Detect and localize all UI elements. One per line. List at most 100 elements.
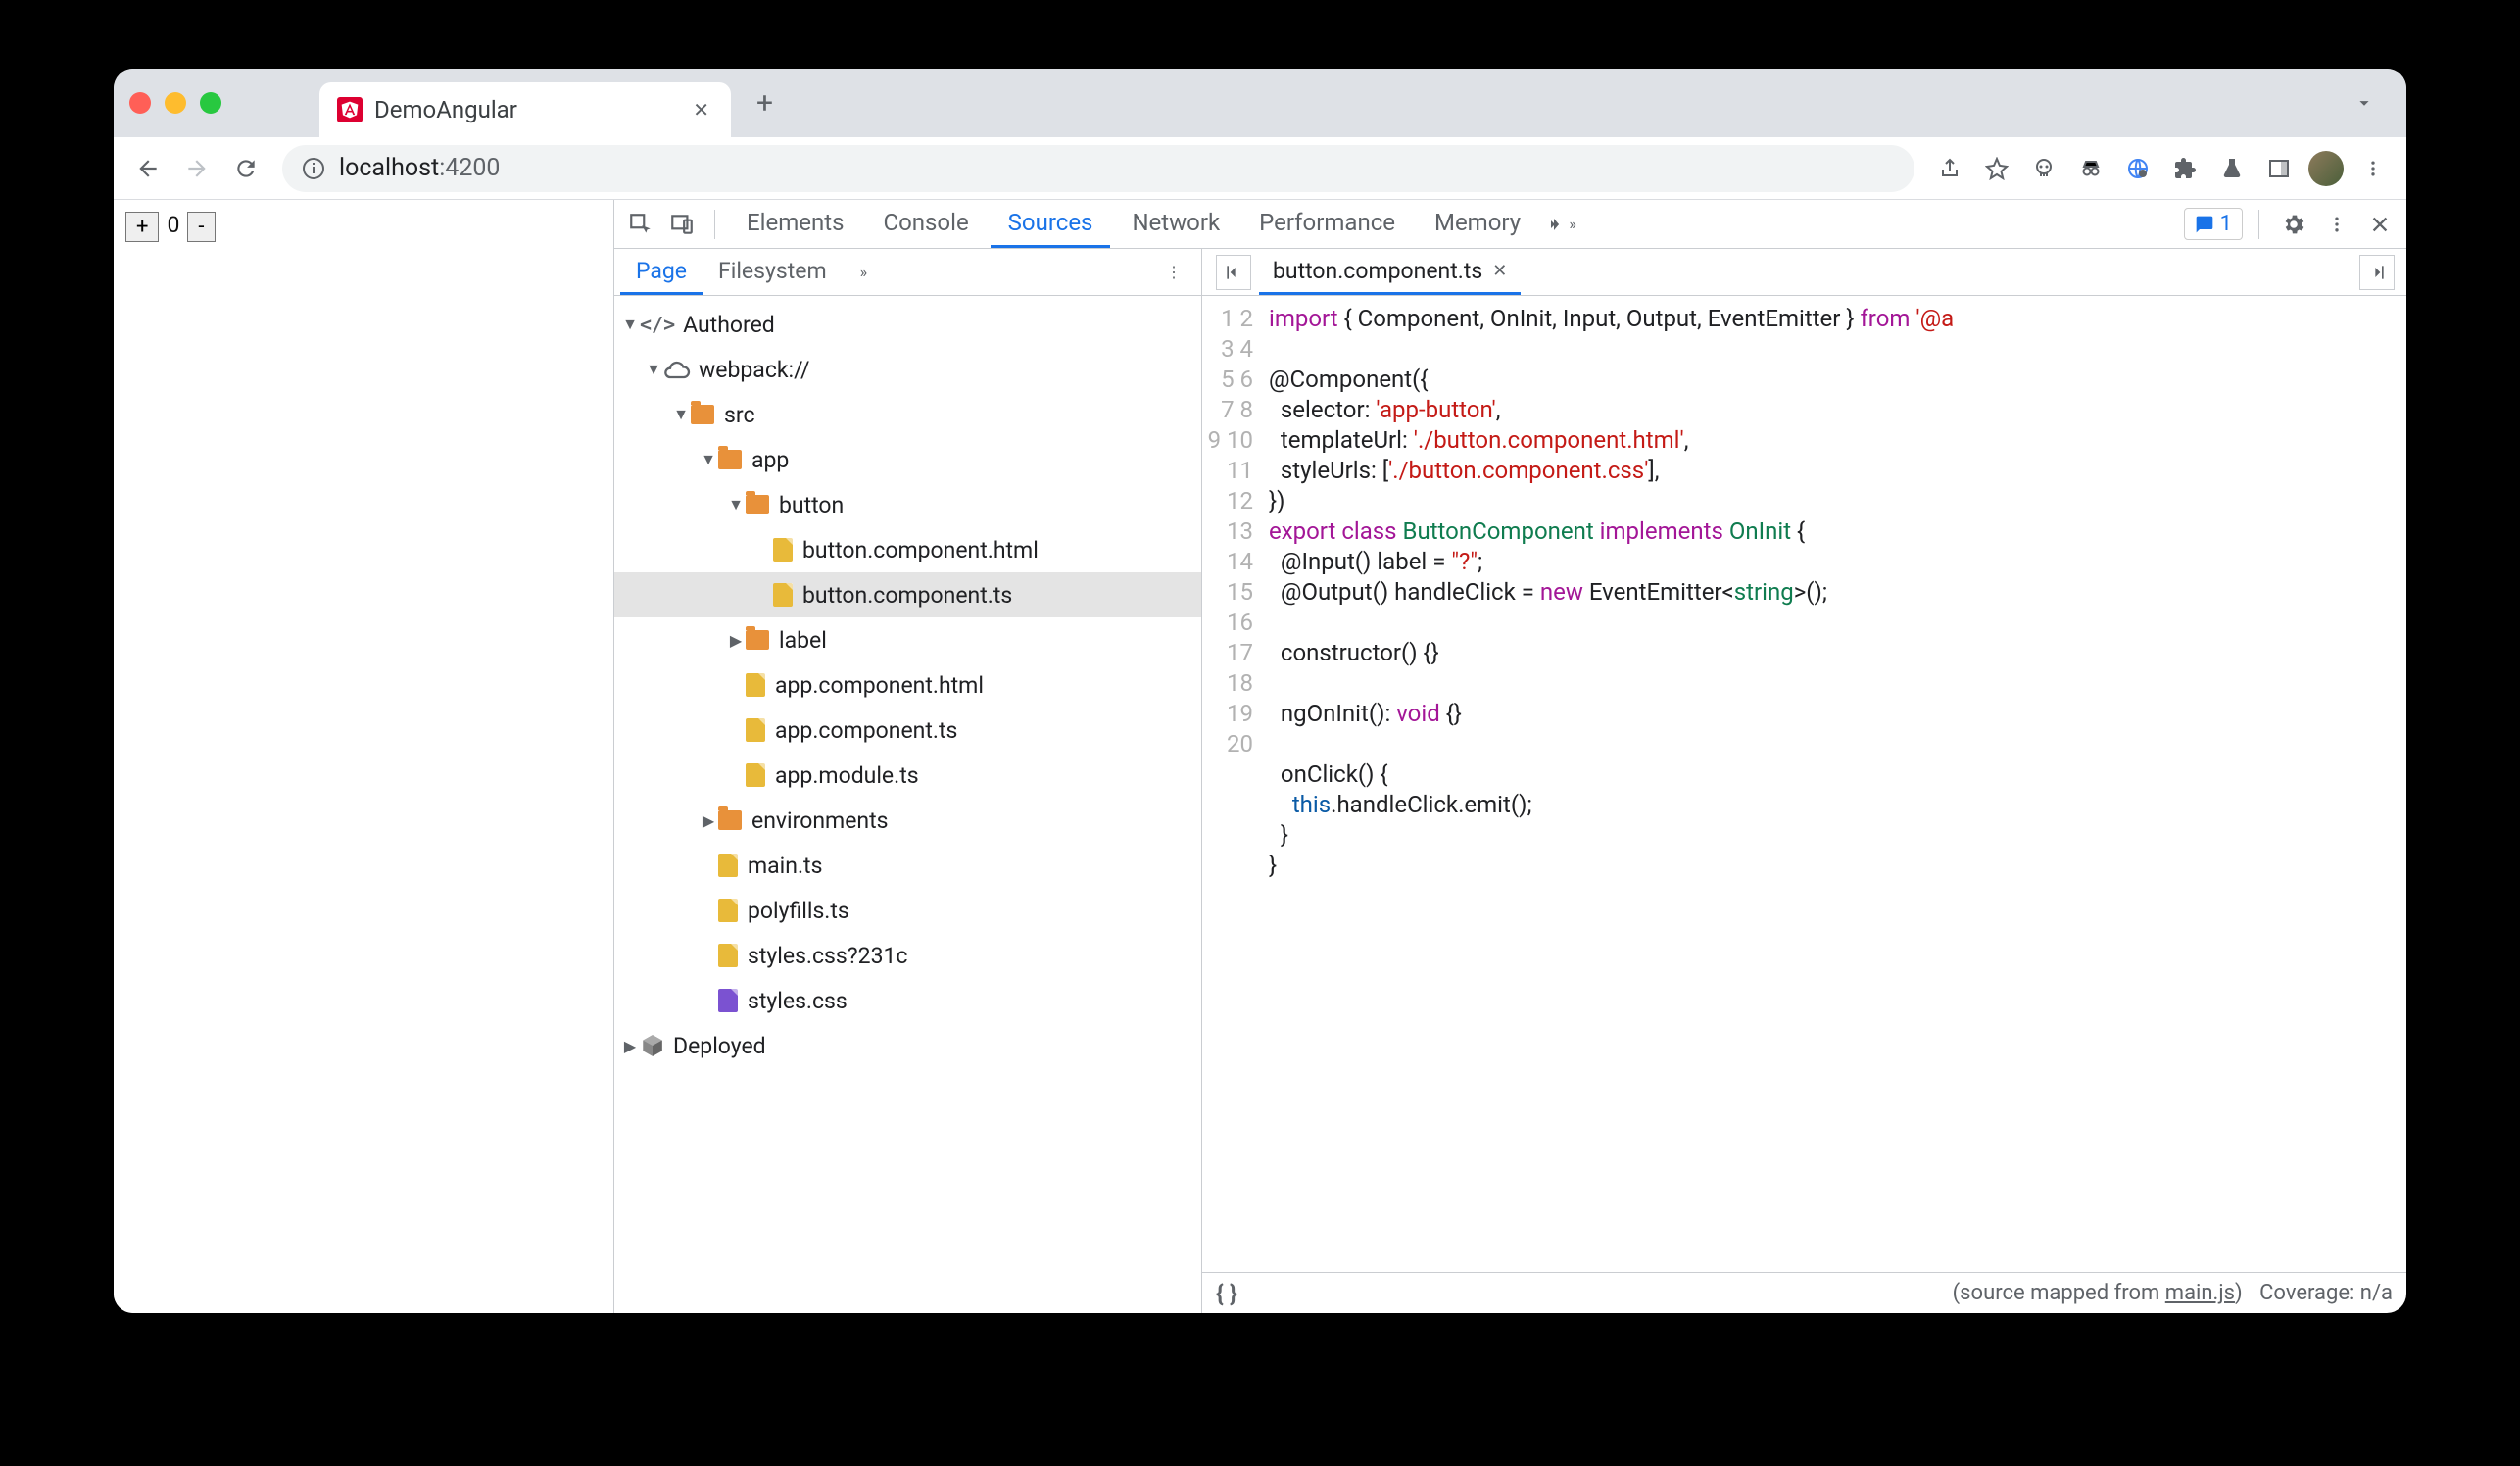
file-icon [718, 899, 738, 922]
folder-icon [718, 810, 742, 830]
site-info-icon[interactable] [302, 157, 325, 180]
pretty-print-icon[interactable]: { } [1216, 1280, 1237, 1307]
nav-more-icon[interactable]: » [850, 263, 878, 281]
code-editor[interactable]: 1 2 3 4 5 6 7 8 9 10 11 12 13 14 15 16 1… [1202, 296, 2406, 1272]
tab-sources[interactable]: Sources [991, 200, 1111, 248]
source-map-link[interactable]: main.js [2165, 1281, 2235, 1305]
browser-tab[interactable]: DemoAngular ✕ [319, 82, 731, 137]
window-controls [129, 92, 221, 114]
tree-button-ts[interactable]: button.component.ts [614, 572, 1201, 617]
maximize-window-button[interactable] [200, 92, 221, 114]
nav-menu-icon[interactable]: ⋮ [1152, 263, 1195, 281]
tree-app[interactable]: ▼app [614, 437, 1201, 482]
tree-app-html[interactable]: app.component.html [614, 662, 1201, 708]
tree-styles[interactable]: styles.css [614, 978, 1201, 1023]
tab-close-button[interactable]: ✕ [689, 94, 713, 125]
tab-elements[interactable]: Elements [729, 200, 861, 248]
devtools-body: Page Filesystem » ⋮ ▼</>Authored ▼webpac… [614, 249, 2406, 1313]
new-tab-button[interactable]: + [749, 78, 781, 128]
browser-tabbar: DemoAngular ✕ + [114, 69, 2406, 137]
counter-value: 0 [167, 212, 179, 238]
tab-memory[interactable]: Memory [1417, 200, 1538, 248]
code-content: import { Component, OnInit, Input, Outpu… [1263, 296, 2406, 1272]
tree-app-ts[interactable]: app.component.ts [614, 708, 1201, 753]
folder-icon [746, 495, 769, 514]
devtools-tabbar: Elements Console Sources Network Perform… [614, 200, 2406, 249]
tab-network[interactable]: Network [1114, 200, 1237, 248]
coverage-info: Coverage: n/a [2259, 1281, 2393, 1305]
more-tabs-icon[interactable]: » [1542, 206, 1579, 243]
bookmark-star-icon[interactable] [1977, 149, 2016, 188]
tree-main-ts[interactable]: main.ts [614, 843, 1201, 888]
decrement-button[interactable]: - [187, 212, 215, 242]
tree-app-module[interactable]: app.module.ts [614, 753, 1201, 798]
toggle-navigator-icon[interactable] [1216, 255, 1251, 290]
extension-incognito-icon[interactable] [2071, 149, 2110, 188]
share-icon[interactable] [1930, 149, 1969, 188]
browser-window: DemoAngular ✕ + localhost:4200 [114, 69, 2406, 1313]
file-icon [718, 854, 738, 877]
extension-skull-icon[interactable] [2024, 149, 2063, 188]
file-icon [718, 989, 738, 1012]
file-icon [718, 944, 738, 967]
devtools-close-icon[interactable] [2361, 206, 2399, 243]
tree-styles-q[interactable]: styles.css?231c [614, 933, 1201, 978]
editor-pane: button.component.ts ✕ 1 2 3 4 5 6 7 8 9 … [1202, 249, 2406, 1313]
file-icon [746, 718, 765, 742]
editor-tab-close-icon[interactable]: ✕ [1492, 261, 1507, 281]
code-icon: </> [640, 313, 675, 336]
profile-avatar[interactable] [2306, 149, 2346, 188]
editor-tab[interactable]: button.component.ts ✕ [1259, 249, 1521, 295]
settings-gear-icon[interactable] [2275, 206, 2312, 243]
tree-authored[interactable]: ▼</>Authored [614, 302, 1201, 347]
folder-icon [691, 405, 714, 424]
omnibox[interactable]: localhost:4200 [282, 145, 1914, 192]
devtools-panel: Elements Console Sources Network Perform… [613, 200, 2406, 1313]
tab-overflow-button[interactable] [2338, 84, 2391, 122]
tree-webpack[interactable]: ▼webpack:// [614, 347, 1201, 392]
increment-button[interactable]: + [125, 212, 159, 242]
browser-menu-icon[interactable] [2353, 149, 2393, 188]
inspect-element-icon[interactable] [622, 206, 659, 243]
tree-label-folder[interactable]: ▶label [614, 617, 1201, 662]
cloud-icon [663, 361, 691, 378]
tree-button-folder[interactable]: ▼button [614, 482, 1201, 527]
sidepanel-icon[interactable] [2259, 149, 2299, 188]
minimize-window-button[interactable] [165, 92, 186, 114]
file-icon [773, 583, 793, 607]
tab-performance[interactable]: Performance [1241, 200, 1413, 248]
nav-tab-filesystem[interactable]: Filesystem [703, 249, 843, 295]
tree-src[interactable]: ▼src [614, 392, 1201, 437]
url-text: localhost:4200 [339, 154, 500, 182]
device-toolbar-icon[interactable] [663, 206, 701, 243]
issues-badge[interactable]: 1 [2184, 208, 2243, 240]
tree-environments[interactable]: ▶environments [614, 798, 1201, 843]
tree-polyfills[interactable]: polyfills.ts [614, 888, 1201, 933]
extension-flask-icon[interactable] [2212, 149, 2252, 188]
close-window-button[interactable] [129, 92, 151, 114]
tree-deployed[interactable]: ▶Deployed [614, 1023, 1201, 1068]
extension-globe-icon[interactable] [2118, 149, 2157, 188]
tab-console[interactable]: Console [865, 200, 986, 248]
editor-tabbar: button.component.ts ✕ [1202, 249, 2406, 296]
toolbar-icons [1930, 149, 2393, 188]
folder-icon [746, 630, 769, 650]
toggle-debugger-icon[interactable] [2359, 255, 2395, 290]
tree-button-html[interactable]: button.component.html [614, 527, 1201, 572]
address-bar: localhost:4200 [114, 137, 2406, 200]
folder-icon [718, 450, 742, 469]
devtools-menu-icon[interactable] [2318, 206, 2355, 243]
navigator-tabs: Page Filesystem » ⋮ [614, 249, 1201, 296]
file-icon [746, 763, 765, 787]
back-button[interactable] [127, 148, 169, 189]
content-area: + 0 - Elements Console Sources Network P… [114, 200, 2406, 1313]
file-tree: ▼</>Authored ▼webpack:// ▼src ▼app ▼butt… [614, 296, 1201, 1313]
angular-icon [337, 97, 363, 122]
reload-button[interactable] [225, 148, 267, 189]
source-map-info: (source mapped from main.js) [1953, 1281, 2243, 1305]
forward-button[interactable] [176, 148, 218, 189]
sources-navigator: Page Filesystem » ⋮ ▼</>Authored ▼webpac… [614, 249, 1202, 1313]
nav-tab-page[interactable]: Page [620, 249, 703, 295]
extensions-puzzle-icon[interactable] [2165, 149, 2205, 188]
editor-tab-label: button.component.ts [1273, 258, 1482, 284]
